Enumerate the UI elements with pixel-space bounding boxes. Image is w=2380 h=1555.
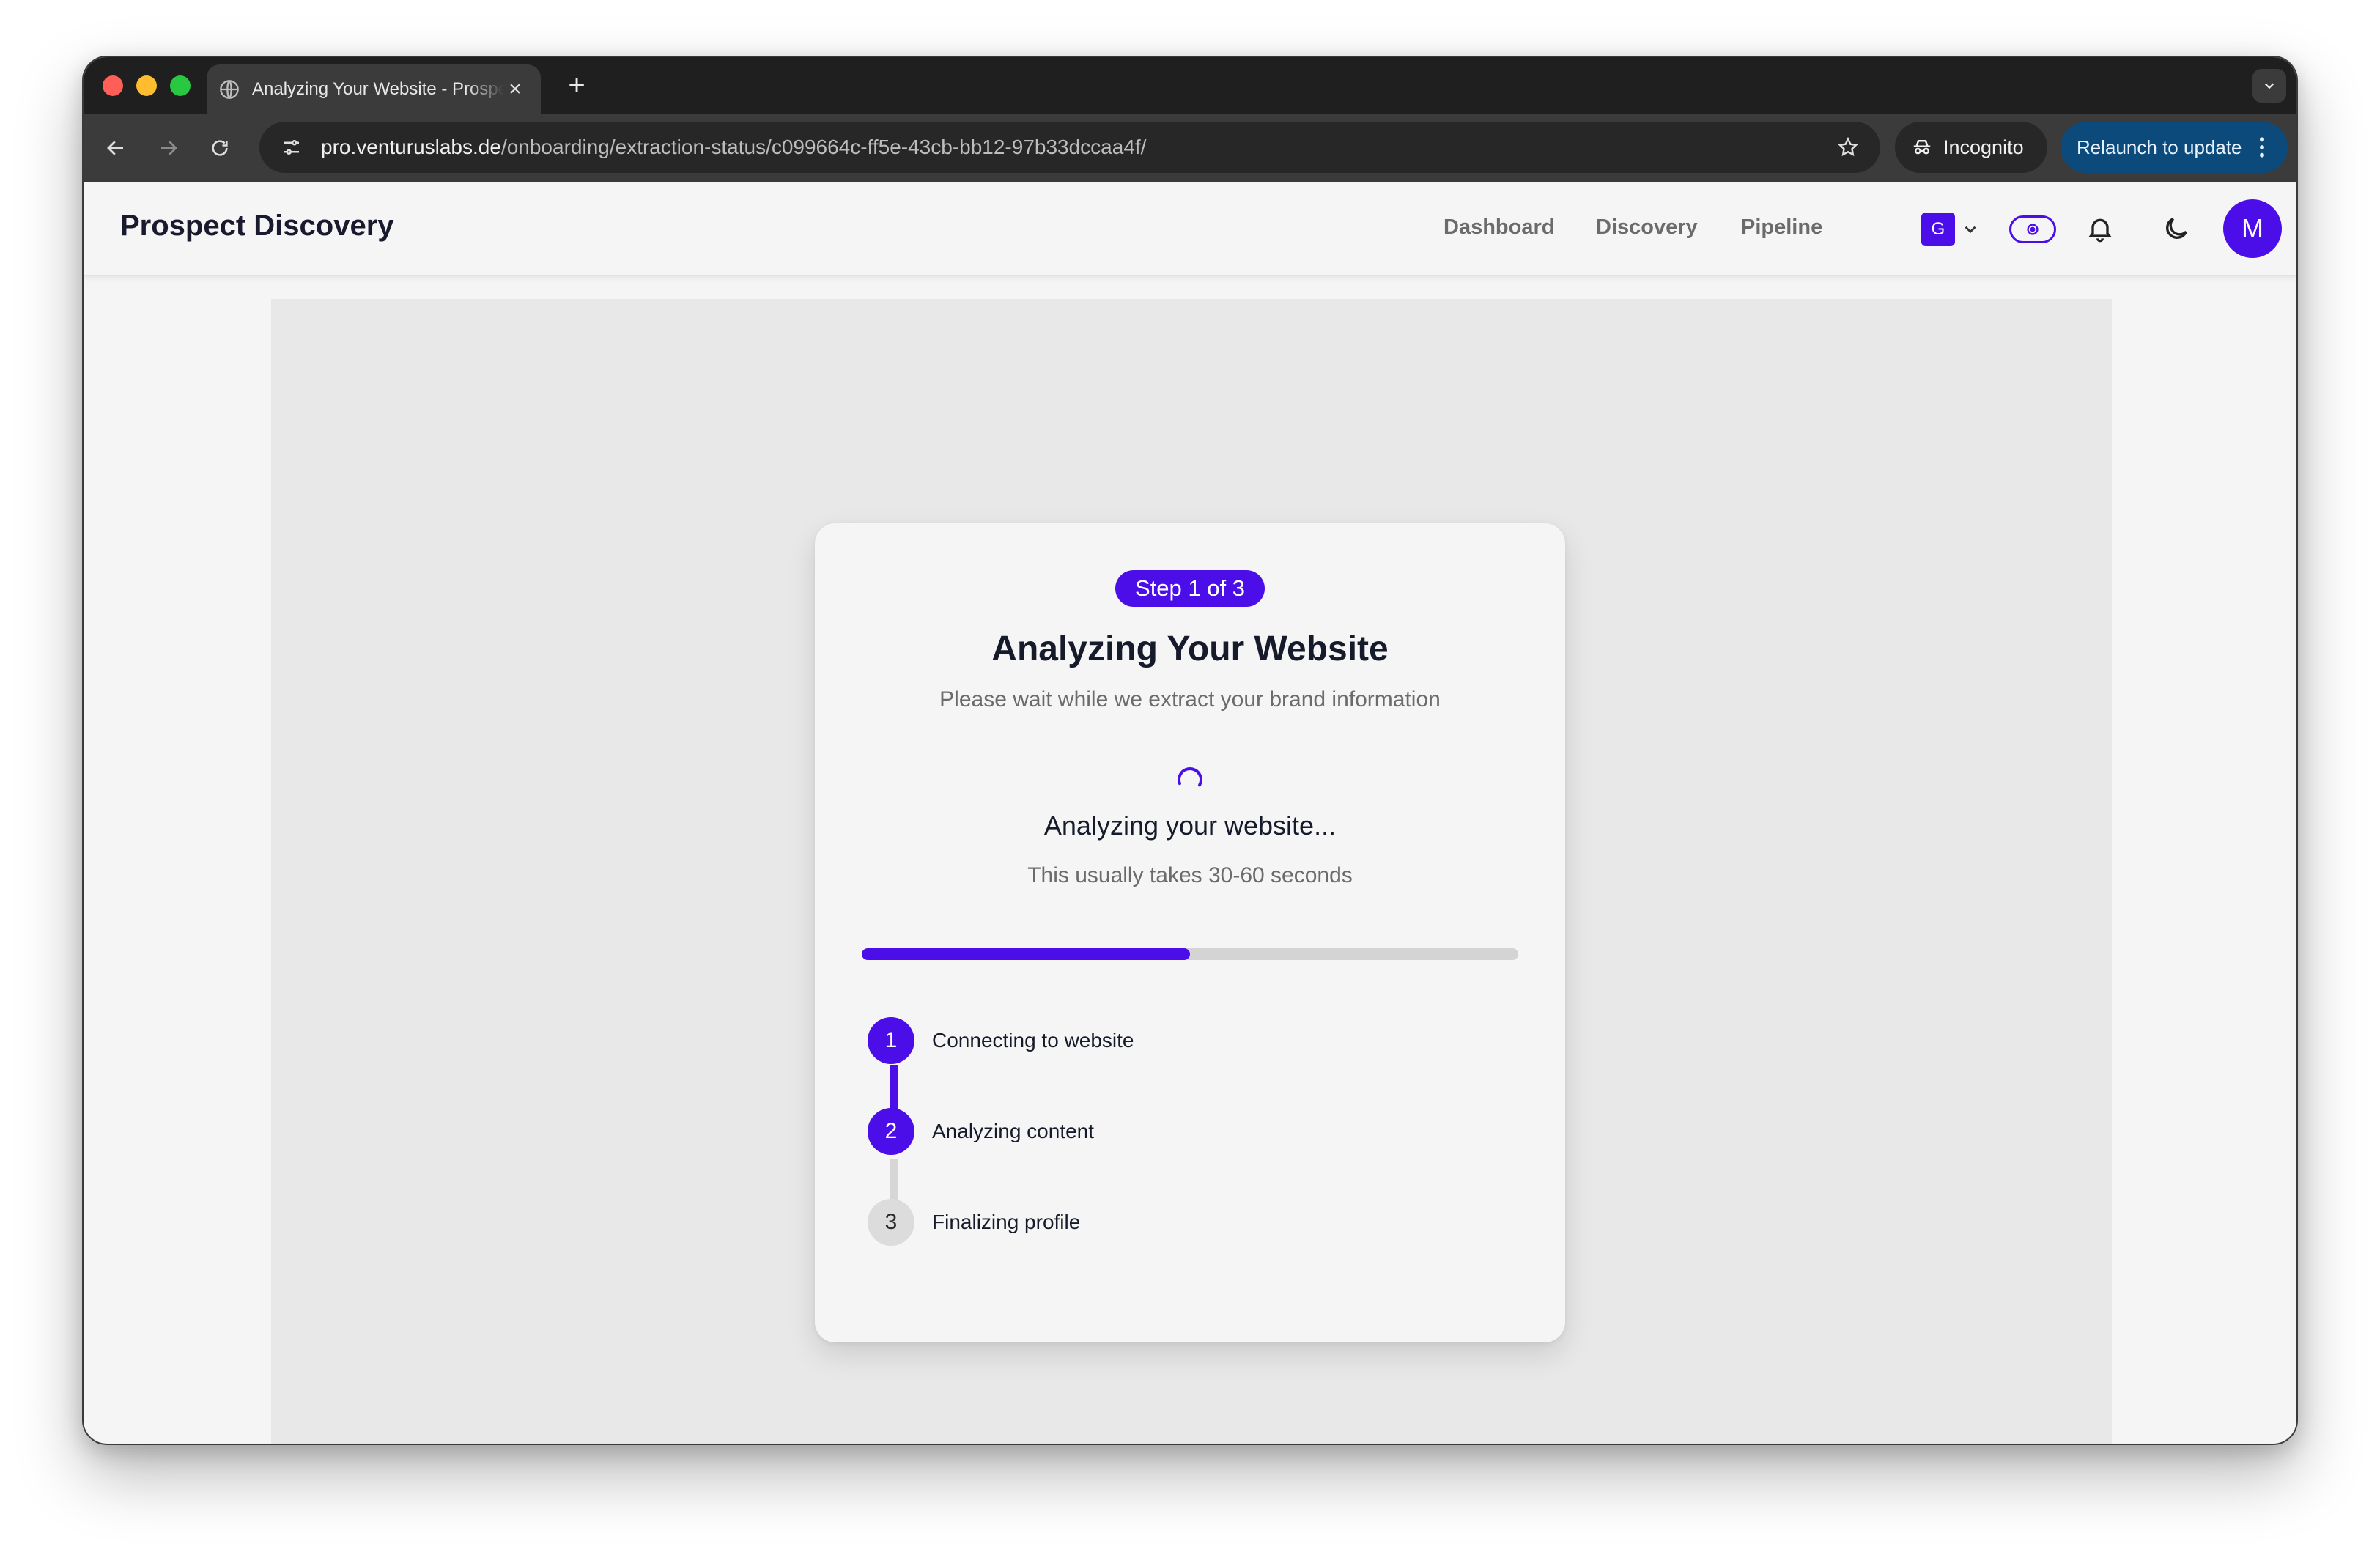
globe-icon <box>218 78 240 100</box>
tune-icon[interactable] <box>277 133 306 162</box>
brand-title[interactable]: Prospect Discovery <box>120 210 394 243</box>
step-indicator-badge: Step 1 of 3 <box>1115 570 1265 607</box>
address-bar[interactable]: pro.venturuslabs.de/onboarding/extractio… <box>259 122 1880 173</box>
step-3-label: Finalizing profile <box>932 1211 1081 1233</box>
step-2-label: Analyzing content <box>932 1120 1095 1142</box>
new-tab-button[interactable]: + <box>560 69 594 103</box>
moon-icon[interactable] <box>2162 214 2191 243</box>
app-header: Prospect Discovery Dashboard Discovery P… <box>84 182 2296 276</box>
step-1-label: Connecting to website <box>932 1029 1134 1052</box>
org-switcher-badge[interactable]: G <box>1921 213 1955 246</box>
progress-bar <box>862 948 1518 960</box>
status-subtitle: This usually takes 30-60 seconds <box>1027 863 1353 887</box>
avatar[interactable]: M <box>2223 199 2282 258</box>
view-toggle[interactable] <box>2009 215 2056 243</box>
maximize-window-button[interactable] <box>170 75 191 96</box>
extraction-status-card: Step 1 of 3 Analyzing Your Website Pleas… <box>815 523 1565 1342</box>
nav-dashboard[interactable]: Dashboard <box>1444 215 1554 240</box>
chevron-down-icon[interactable] <box>1961 220 1980 239</box>
forward-button[interactable] <box>151 130 186 166</box>
arrow-left-icon <box>107 141 123 155</box>
step-3-circle: 3 <box>868 1199 914 1246</box>
bell-icon[interactable] <box>2085 214 2115 243</box>
relaunch-button[interactable]: Relaunch to update <box>2061 122 2288 173</box>
status-title: Analyzing your website... <box>1043 810 1337 841</box>
step-2-circle: 2 <box>868 1108 914 1155</box>
url-host: pro.venturuslabs.de <box>321 136 501 158</box>
browser-window: Analyzing Your Website - Prospect Discov… <box>82 56 2298 1445</box>
card-subtitle: Please wait while we extract your brand … <box>939 687 1441 712</box>
close-window-button[interactable] <box>103 75 123 96</box>
incognito-label: Incognito <box>1943 136 2024 158</box>
url-text[interactable]: pro.venturuslabs.de/onboarding/extractio… <box>321 136 1833 159</box>
tab-title: Analyzing Your Website - Prospect Discov… <box>252 79 504 99</box>
arrow-right-icon <box>161 141 177 155</box>
reload-icon <box>212 140 228 156</box>
eye-icon <box>2027 224 2039 235</box>
nav-discovery[interactable]: Discovery <box>1596 215 1698 240</box>
star-icon[interactable] <box>1833 133 1863 162</box>
loading-spinner-icon <box>1178 767 1202 792</box>
incognito-indicator[interactable]: Incognito <box>1895 122 2047 173</box>
incognito-icon <box>1913 140 1931 155</box>
kebab-menu-icon[interactable] <box>2258 136 2266 159</box>
progress-bar-fill <box>862 948 1190 960</box>
relaunch-label: Relaunch to update <box>2077 136 2242 158</box>
tab-strip: Analyzing Your Website - Prospect Discov… <box>84 57 2296 114</box>
url-path: /onboarding/extraction-status/c099664c-f… <box>500 136 1147 158</box>
nav-pipeline[interactable]: Pipeline <box>1741 215 1822 240</box>
tab-search-button[interactable] <box>2252 69 2286 103</box>
step-1-circle: 1 <box>868 1017 914 1064</box>
browser-toolbar: pro.venturuslabs.de/onboarding/extractio… <box>84 114 2296 182</box>
card-title: Analyzing Your Website <box>991 629 1389 668</box>
browser-tab[interactable]: Analyzing Your Website - Prospect Discov… <box>207 64 541 114</box>
back-button[interactable] <box>98 130 133 166</box>
chevron-down-icon <box>2264 83 2274 89</box>
minimize-window-button[interactable] <box>136 75 157 96</box>
reload-button[interactable] <box>202 130 237 166</box>
tab-close-icon[interactable]: × <box>504 77 526 102</box>
